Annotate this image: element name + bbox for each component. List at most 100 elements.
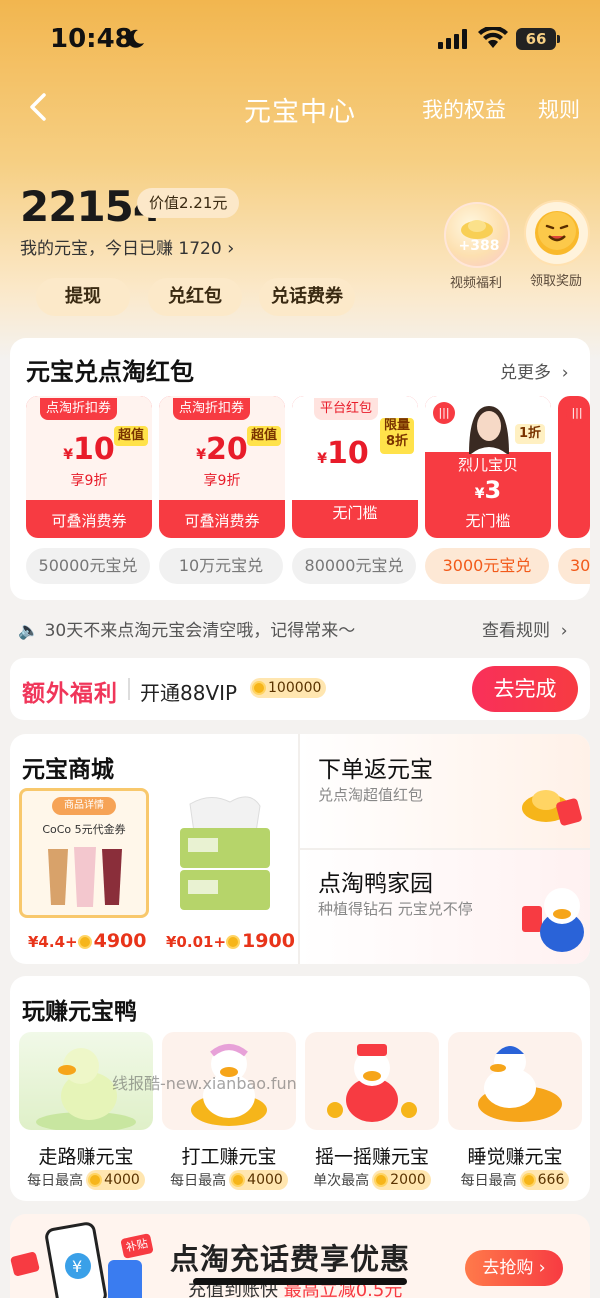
milk-tea-image (48, 847, 122, 907)
go-complete-button[interactable]: 去完成 (472, 666, 578, 712)
video-reward-label: 视频福利 (449, 276, 502, 291)
claim-reward-button[interactable] (524, 200, 590, 266)
bonus-row: 额外福利 开通88VIP 100000 去完成 (10, 658, 590, 720)
exchange-price-pill[interactable]: 80000元宝兑 (292, 548, 416, 584)
coupon-card[interactable]: 点淘折扣券 超值 ¥10 享9折 可叠消费券 (26, 396, 152, 538)
host-avatar (469, 406, 509, 454)
moon-icon (127, 29, 144, 48)
product-detail-badge: 商品详情 (52, 797, 116, 815)
exchange-phone-coupon-button[interactable]: 兑话费券 (259, 278, 355, 316)
wifi-icon (478, 27, 508, 48)
coupon-tag: 点淘折扣券 (40, 398, 118, 420)
coupon-tag: 平台红包 (314, 398, 379, 420)
product-card[interactable] (170, 788, 280, 918)
game-title: 走路赚元宝 (38, 1146, 134, 1168)
speaker-icon: 🔈 (18, 621, 40, 641)
today-earned[interactable]: 我的元宝，今日已赚 1720 › (20, 234, 234, 259)
notice-row: 🔈 30天不来点淘元宝会清空哦，记得常来～ (18, 616, 355, 641)
chevron-right-icon: › (556, 363, 569, 383)
duck-garden-subtitle: 种植得钻石 元宝兑不停 (318, 900, 473, 918)
product-name: CoCo 5元代金券 (42, 823, 126, 836)
coin-icon (77, 935, 92, 949)
live-icon: ||| (566, 402, 588, 424)
coupon-amount: ¥10 (63, 432, 115, 467)
product-card[interactable]: 商品详情 CoCo 5元代金券 (19, 788, 149, 918)
divider (128, 678, 130, 700)
exchange-price-pill[interactable]: 3000元宝兑 (425, 548, 549, 584)
grab-button[interactable]: 去抢购 › (465, 1250, 563, 1286)
notice-text: 30天不来点淘元宝会清空哦，记得常来～ (44, 621, 356, 641)
tissue-image (180, 796, 270, 910)
coupon-card[interactable]: ||| (558, 396, 590, 538)
coupon-badge: 1折 (514, 424, 545, 444)
play-title: 玩赚元宝鸭 (22, 999, 137, 1025)
smiley-coin-icon (535, 211, 579, 255)
order-rebate-panel[interactable]: 下单返元宝 兑点淘超值红包 (300, 734, 590, 848)
game-reward: 单次最高 2000 (305, 1170, 439, 1190)
exchange-more-label: 兑更多 (500, 363, 551, 383)
phone-recharge-banner[interactable]: ¥ 补贴 点淘充话费享优惠 充值到账快 最高立减0.5元 去抢购 › (10, 1214, 590, 1298)
coin-icon (252, 681, 266, 695)
rules-link[interactable]: 规则 (538, 94, 580, 124)
coupon-card[interactable]: 平台红包 限量 8折 ¥10 无门槛 (292, 396, 418, 538)
battery-tip (557, 35, 560, 43)
status-bar: 10:48 66 (0, 0, 600, 80)
chevron-right-icon: › (533, 1258, 546, 1278)
game-reward: 每日最高 4000 (162, 1170, 296, 1190)
coupon-amount: ¥10 (317, 436, 369, 471)
claim-reward-label: 领取奖励 (529, 274, 582, 289)
exchange-redpacket-button[interactable]: 兑红包 (148, 278, 242, 316)
game-title: 睡觉赚元宝 (467, 1146, 563, 1168)
nav-bar: 元宝中心 我的权益 规则 (0, 80, 600, 136)
coupon-discount: 享9折 (70, 473, 108, 489)
coupon-condition: 可叠消费券 (184, 512, 260, 530)
gold-ingot-icon (461, 220, 493, 239)
chevron-right-icon: › (227, 238, 235, 259)
coupon-amount: ¥3 (474, 476, 502, 504)
battery-icon: 66 (516, 28, 560, 50)
exchange-price-pill[interactable]: 10万元宝兑 (159, 548, 283, 584)
view-rules-label: 查看规则 (482, 621, 550, 641)
shaking-duck-icon (327, 1044, 417, 1122)
subsidy-tag (10, 1251, 41, 1277)
watermark: 线报酷-new.xianbao.fun (112, 1074, 297, 1093)
exchange-more-link[interactable]: 兑更多 › (500, 358, 569, 383)
exchange-price-pill[interactable]: 50000元宝兑 (26, 548, 150, 584)
shake-game-tile[interactable] (305, 1032, 439, 1130)
sleeping-duck-icon (478, 1046, 562, 1122)
exchange-price-pill-partial[interactable]: 30 (558, 548, 590, 584)
promo-title: 点淘充话费享优惠 (170, 1242, 411, 1276)
mall-card: 元宝商城 商品详情 CoCo 5元代金券 ¥4.4+ 4900 ¥0.01+ 190… (10, 734, 590, 964)
host-name: 烈儿宝贝 (457, 456, 518, 474)
bonus-reward: 100000 (250, 678, 327, 698)
withdraw-button[interactable]: 提现 (36, 278, 130, 316)
product-price: ¥4.4+ 4900 (28, 930, 147, 952)
chevron-right-icon: › (555, 621, 568, 641)
coin-icon (226, 935, 241, 949)
coupon-card[interactable]: ||| 1折 烈儿宝贝 ¥3 无门槛 (425, 396, 551, 538)
duck-mascot-icon (522, 888, 584, 952)
view-rules-link[interactable]: 查看规则 › (482, 616, 568, 641)
mall-title: 元宝商城 (22, 757, 114, 783)
phone-icon: ¥ (45, 1222, 142, 1298)
coin-icon (231, 1173, 246, 1187)
bonus-label: 额外福利 (22, 681, 118, 707)
signal-icon (438, 29, 467, 49)
home-indicator (193, 1278, 407, 1285)
game-reward: 每日最高 4000 (19, 1170, 153, 1190)
coin-icon (521, 1173, 536, 1187)
coupon-tag: 点淘折扣券 (173, 398, 251, 420)
coupon-card[interactable]: 点淘折扣券 超值 ¥20 享9折 可叠消费券 (159, 396, 285, 538)
coupon-condition: 无门槛 (332, 504, 378, 522)
coupon-amount: ¥20 (196, 432, 248, 467)
sleep-game-tile[interactable] (448, 1032, 582, 1130)
coupon-condition: 无门槛 (465, 512, 511, 530)
product-price: ¥0.01+ 1900 (166, 930, 295, 952)
coin-icon (374, 1173, 389, 1187)
game-reward: 每日最高 666 (448, 1170, 582, 1190)
svg-text:¥: ¥ (72, 1257, 82, 1276)
live-icon: ||| (433, 402, 455, 424)
video-reward-button[interactable]: +388 (444, 202, 510, 268)
duck-garden-panel[interactable]: 点淘鸭家园 种植得钻石 元宝兑不停 (300, 850, 590, 964)
my-rights-link[interactable]: 我的权益 (422, 94, 506, 124)
